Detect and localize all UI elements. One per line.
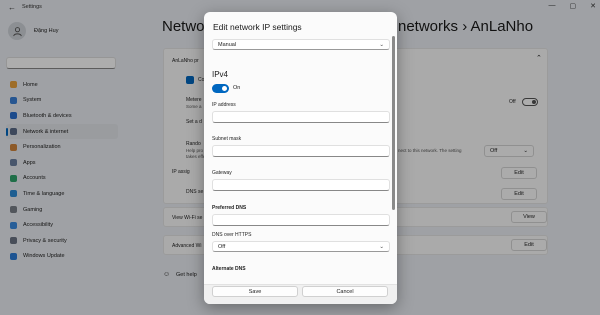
dialog-title: Edit network IP settings [213, 22, 302, 32]
ip-mode-dropdown[interactable]: Manual ⌄ [212, 39, 390, 50]
ipv4-toggle[interactable] [212, 84, 229, 93]
ipv4-toggle-label: On [233, 85, 241, 91]
ip-mode-value: Manual [218, 42, 237, 48]
gateway-label: Gateway [212, 170, 232, 176]
ip-address-field[interactable] [212, 111, 390, 123]
chevron-down-icon: ⌄ [379, 244, 384, 250]
dns-over-https-value: Off [218, 244, 226, 250]
alternate-dns-label: Alternate DNS [212, 266, 246, 272]
ipv4-heading: IPv4 [212, 70, 229, 79]
preferred-dns-label: Preferred DNS [212, 205, 247, 211]
preferred-dns-field[interactable] [212, 214, 390, 226]
gateway-field[interactable] [212, 179, 390, 191]
dialog-body: Manual ⌄ IPv4 On IP address Subnet mask G… [204, 36, 397, 282]
save-button[interactable]: Save [212, 286, 298, 297]
chevron-down-icon: ⌄ [379, 42, 384, 48]
dns-over-https-dropdown[interactable]: Off ⌄ [212, 241, 390, 252]
dns-over-https-label: DNS over HTTPS [212, 232, 252, 238]
subnet-mask-label: Subnet mask [212, 136, 242, 142]
subnet-mask-field[interactable] [212, 145, 390, 157]
edit-ip-dialog: Edit network IP settings Manual ⌄ IPv4 On… [204, 12, 397, 304]
ip-address-label: IP address [212, 102, 236, 108]
dialog-scrollbar[interactable] [392, 36, 395, 210]
cancel-button[interactable]: Cancel [302, 286, 388, 297]
